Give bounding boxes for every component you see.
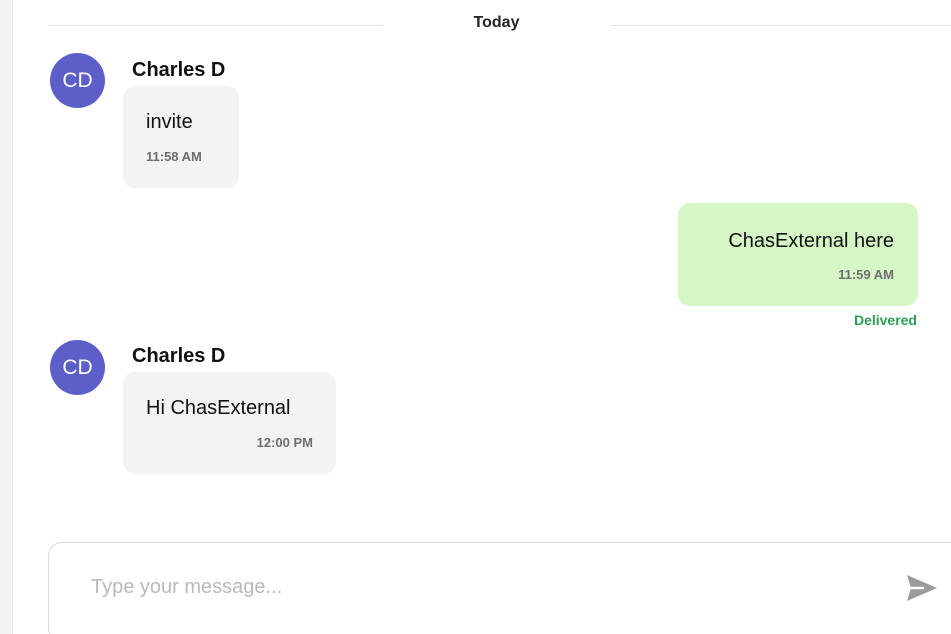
message-composer xyxy=(48,542,951,634)
left-panel-edge xyxy=(0,0,13,634)
message-bubble-outgoing[interactable]: ChasExternal here 11:59 AM xyxy=(678,203,918,306)
message-timestamp: 12:00 PM xyxy=(256,435,313,450)
delivery-status: Delivered xyxy=(853,312,917,328)
message-timestamp: 11:59 AM xyxy=(838,267,894,282)
message-text: invite xyxy=(146,111,193,133)
message-text: Hi ChasExternal xyxy=(146,397,291,419)
avatar[interactable]: CD xyxy=(50,340,105,395)
send-icon xyxy=(907,575,937,601)
date-separator-label: Today xyxy=(473,14,520,31)
sender-name: Charles D xyxy=(132,345,226,367)
message-timestamp: 11:58 AM xyxy=(146,149,202,164)
message-bubble-incoming[interactable]: invite 11:58 AM xyxy=(123,86,239,188)
avatar[interactable]: CD xyxy=(50,53,105,108)
date-separator: Today xyxy=(48,12,951,34)
divider-line xyxy=(48,25,383,26)
divider-line xyxy=(610,25,951,26)
sender-name: Charles D xyxy=(132,59,226,81)
message-input[interactable] xyxy=(89,571,873,603)
send-button[interactable] xyxy=(901,571,941,605)
message-text: ChasExternal here xyxy=(728,230,894,252)
message-bubble-incoming[interactable]: Hi ChasExternal 12:00 PM xyxy=(123,372,336,474)
chat-window: Today CD Charles D invite 11:58 AM ChasE… xyxy=(0,0,951,634)
